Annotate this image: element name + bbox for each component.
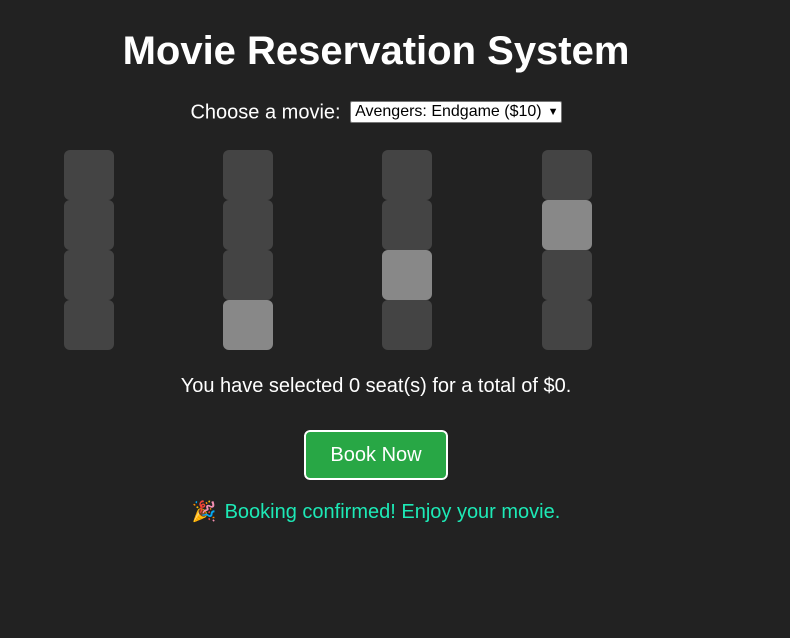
seat-3-2-available[interactable] (382, 200, 432, 250)
app-container: Movie Reservation System Choose a movie:… (0, 0, 790, 638)
booking-confirmation: 🎉 Booking confirmed! Enjoy your movie. (0, 500, 752, 524)
seat-4-1-available[interactable] (542, 150, 592, 200)
movie-select-label: Choose a movie: (190, 101, 341, 124)
selected-count: 0 (348, 375, 361, 397)
seat-2-1-available[interactable] (223, 150, 273, 200)
confirmation-text: Booking confirmed! Enjoy your movie. (224, 501, 561, 523)
seat-1-4-available[interactable] (64, 300, 114, 350)
seat-1-3-available[interactable] (64, 250, 114, 300)
seat-1-1-available[interactable] (64, 150, 114, 200)
seat-3-1-available[interactable] (382, 150, 432, 200)
seat-column-1 (64, 150, 114, 350)
movie-select[interactable]: Avengers: Endgame ($10) ▼ (350, 100, 562, 123)
seat-4-4-available[interactable] (542, 300, 592, 350)
book-now-button[interactable]: Book Now (303, 429, 449, 481)
seat-2-3-available[interactable] (223, 250, 273, 300)
movie-picker: Choose a movie: Avengers: Endgame ($10) ▼ (0, 99, 752, 126)
seat-column-3 (382, 150, 432, 350)
party-popper-icon: 🎉 (191, 501, 217, 523)
seat-3-3-occupied (382, 250, 432, 300)
movie-select-value: Avengers: Endgame ($10) (355, 102, 542, 120)
summary-middle: seat(s) for a total of $ (360, 375, 555, 397)
seat-3-4-available[interactable] (382, 300, 432, 350)
page-title: Movie Reservation System (122, 29, 630, 73)
selection-summary: You have selected 0 seat(s) for a total … (0, 374, 752, 398)
seat-1-2-available[interactable] (64, 200, 114, 250)
seat-4-3-available[interactable] (542, 250, 592, 300)
chevron-down-icon: ▼ (547, 105, 559, 118)
seat-column-4 (542, 150, 592, 350)
summary-prefix: You have selected (180, 375, 349, 397)
seat-2-4-occupied (223, 300, 273, 350)
seat-4-2-occupied (542, 200, 592, 250)
seat-column-2 (223, 150, 273, 350)
seat-2-2-available[interactable] (223, 200, 273, 250)
summary-suffix: . (565, 375, 572, 397)
total-price: 0 (554, 375, 566, 397)
